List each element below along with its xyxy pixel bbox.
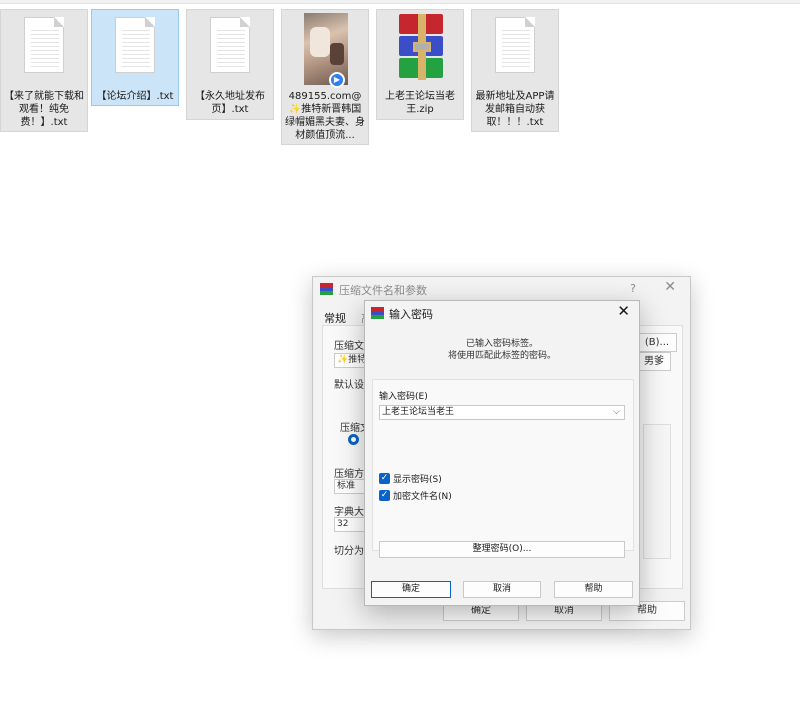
show-password-label: 显示密码(S) [393,475,442,485]
encrypt-filenames-checkbox[interactable]: ✓ [379,490,390,501]
browse-button[interactable]: (B)... [637,333,677,352]
password-dialog: 输入密码 ✕ 已输入密码标签。 将使用匹配此标签的密码。 输入密码(E) 上老王… [364,300,640,606]
cancel-button[interactable]: 取消 [463,581,541,598]
password-input[interactable]: 上老王论坛当老王 ⌵ [379,405,625,420]
close-icon[interactable]: ✕ [664,279,676,295]
file-item-selected[interactable]: 【论坛介绍】.txt [91,9,179,106]
message-line-2: 将使用匹配此标签的密码。 [447,351,556,361]
winrar-app-icon [320,283,333,295]
tab-general[interactable]: 常规 [324,310,346,326]
help-button[interactable]: 帮助 [554,581,633,598]
dialog-title: 输入密码 [389,308,433,321]
play-badge-icon: ▶ [329,72,345,88]
text-file-icon [115,17,155,73]
file-item[interactable]: 最新地址及APP请发邮箱自动获取！！！.txt [471,9,559,132]
file-item[interactable]: ▶ 489155.com@✨推特新晋韩国绿帽媚黑夫妻、身材颜值顶流... [281,9,369,145]
options-box [643,424,671,559]
text-file-icon [24,17,64,73]
password-value: 上老王论坛当老王 [382,407,455,417]
help-icon[interactable]: ? [630,282,636,295]
file-name: 【永久地址发布页】.txt [195,91,265,115]
password-label: 输入密码(E) [379,392,428,402]
winrar-archive-icon [399,14,443,80]
show-password-checkbox[interactable]: ✓ [379,473,390,484]
ok-button[interactable]: 确定 [371,581,451,598]
dialog-title: 压缩文件名和参数 [339,284,427,297]
organize-passwords-button[interactable]: 整理密码(O)... [379,541,625,558]
file-name: 最新地址及APP请发邮箱自动获取！！！.txt [475,91,555,128]
profile-select[interactable]: 男爹 [637,352,671,371]
file-item[interactable]: 【永久地址发布页】.txt [186,9,274,120]
file-name: 489155.com@✨推特新晋韩国绿帽媚黑夫妻、身材颜值顶流... [285,91,365,141]
top-edge [0,0,800,4]
close-icon[interactable]: ✕ [617,302,630,320]
file-name: 【来了就能下载和观看！纯免费！】.txt [4,91,84,128]
file-item[interactable]: 【来了就能下载和观看！纯免费！】.txt [0,9,88,132]
chevron-down-icon[interactable]: ⌵ [613,406,620,419]
format-radio[interactable] [348,434,359,445]
file-item[interactable]: 上老王论坛当老王.zip [376,9,464,120]
text-file-icon [210,17,250,73]
text-file-icon [495,17,535,73]
file-name: 【论坛介绍】.txt [96,91,174,102]
winrar-app-icon [371,307,384,319]
file-name: 上老王论坛当老王.zip [385,91,455,115]
encrypt-filenames-label: 加密文件名(N) [393,492,452,502]
